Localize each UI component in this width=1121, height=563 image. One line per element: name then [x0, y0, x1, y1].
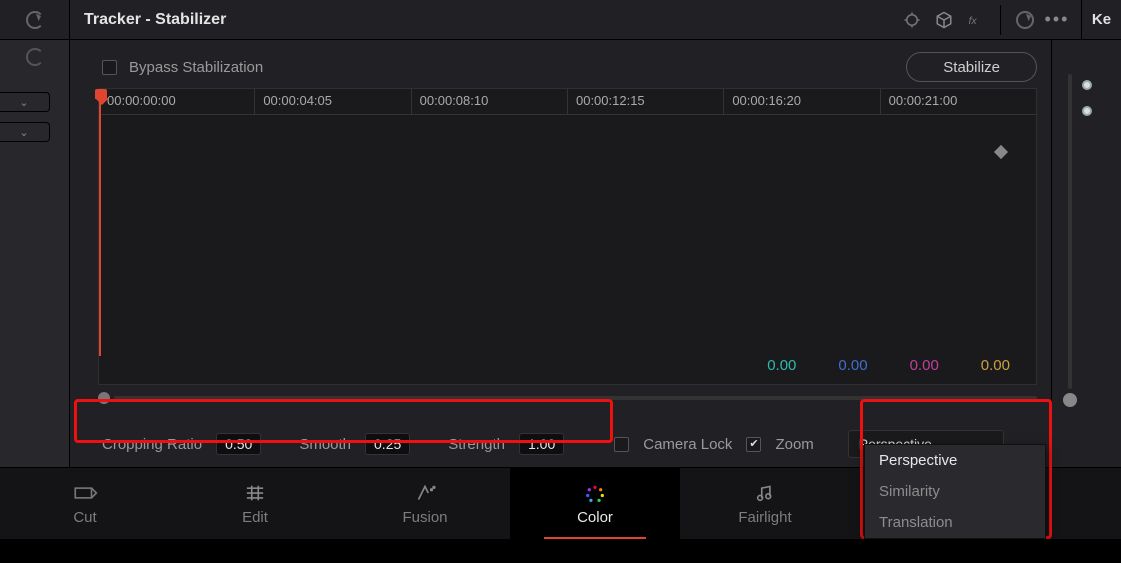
fusion-icon [412, 482, 438, 504]
fx-icon[interactable]: fx [962, 6, 990, 34]
graph-readouts: 0.00 0.00 0.00 0.00 [767, 357, 1010, 374]
bypass-label: Bypass Stabilization [129, 59, 263, 76]
reset-icon[interactable] [1011, 6, 1039, 34]
cube-icon[interactable] [930, 6, 958, 34]
expand-button[interactable]: ⌄ [0, 122, 50, 142]
page-tab-fusion[interactable]: Fusion [340, 468, 510, 539]
readout-pan: 0.00 [767, 357, 796, 374]
page-tab-label: Cut [73, 509, 96, 526]
time-tick: 00:00:21:00 [880, 89, 1036, 114]
tracker-graph[interactable]: 00:00:00:00 00:00:04:05 00:00:08:10 00:0… [98, 88, 1037, 385]
cut-icon [72, 482, 98, 504]
time-tick: 00:00:00:00 [99, 89, 254, 114]
readout-rot: 0.00 [981, 357, 1010, 374]
fairlight-icon [752, 482, 778, 504]
mode-option-translation[interactable]: Translation [865, 507, 1045, 538]
strength-label: Strength [448, 436, 505, 453]
keyframe-dot[interactable] [1082, 80, 1092, 90]
left-gutter: ⌄ ⌄ [0, 40, 70, 467]
page-tab-color[interactable]: Color [510, 468, 680, 539]
panel-titlebar: Tracker - Stabilizer fx ••• Ke [0, 0, 1121, 40]
cropping-ratio-label: Cropping Ratio [102, 436, 202, 453]
undo-button[interactable] [0, 0, 70, 39]
undo-icon[interactable] [26, 48, 44, 66]
page-tab-fairlight[interactable]: Fairlight [680, 468, 850, 539]
page-tab-edit[interactable]: Edit [170, 468, 340, 539]
time-tick: 00:00:08:10 [411, 89, 567, 114]
page-tab-label: Edit [242, 509, 268, 526]
more-icon[interactable]: ••• [1043, 6, 1071, 34]
graph-vzoom[interactable] [1059, 74, 1081, 407]
svg-text:fx: fx [969, 14, 978, 26]
mode-option-perspective[interactable]: Perspective [865, 445, 1045, 476]
page-tab-label: Fairlight [738, 509, 791, 526]
camera-lock-checkbox[interactable] [614, 437, 629, 452]
zoom-checkbox[interactable] [746, 437, 761, 452]
time-ruler[interactable]: 00:00:00:00 00:00:04:05 00:00:08:10 00:0… [99, 89, 1036, 115]
graph-hscroll[interactable] [98, 389, 1037, 407]
keyframes-panel-label: Ke [1081, 0, 1121, 39]
edit-icon [242, 482, 268, 504]
page-tab-cut[interactable]: Cut [0, 468, 170, 539]
keyframe-icon[interactable] [994, 145, 1008, 159]
time-tick: 00:00:04:05 [254, 89, 410, 114]
readout-tilt: 0.00 [838, 357, 867, 374]
strength-field[interactable]: 1.00 [519, 433, 564, 455]
readout-zoom: 0.00 [910, 357, 939, 374]
page-tab-label: Color [577, 509, 613, 526]
playhead[interactable] [99, 89, 101, 356]
panel-title: Tracker - Stabilizer [70, 11, 898, 29]
camera-lock-label: Camera Lock [643, 436, 732, 453]
smooth-field[interactable]: 0.25 [365, 433, 410, 455]
zoom-label: Zoom [775, 436, 813, 453]
color-icon [582, 482, 608, 504]
time-tick: 00:00:16:20 [723, 89, 879, 114]
target-icon[interactable] [898, 6, 926, 34]
smooth-label: Smooth [299, 436, 351, 453]
mode-dropdown-menu: Perspective Similarity Translation [864, 444, 1046, 539]
bypass-checkbox[interactable] [102, 60, 117, 75]
cropping-ratio-field[interactable]: 0.50 [216, 433, 261, 455]
stabilize-button[interactable]: Stabilize [906, 52, 1037, 82]
mode-option-similarity[interactable]: Similarity [865, 476, 1045, 507]
expand-button[interactable]: ⌄ [0, 92, 50, 112]
page-tab-label: Fusion [402, 509, 447, 526]
time-tick: 00:00:12:15 [567, 89, 723, 114]
undo-icon [26, 11, 44, 29]
keyframe-dot[interactable] [1082, 106, 1092, 116]
